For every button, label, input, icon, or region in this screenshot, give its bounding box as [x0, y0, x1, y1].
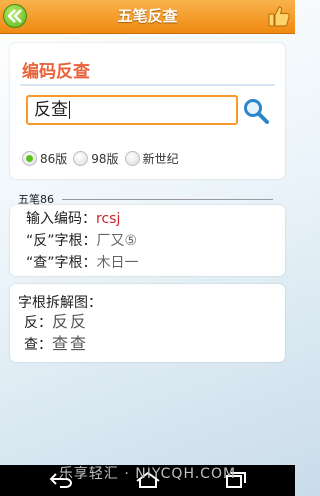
- code-value: rcsj: [96, 211, 121, 227]
- page-title: 五笔反查: [117, 7, 178, 25]
- root-label-fan: “反”字根：: [26, 233, 97, 249]
- radio-98-label: 98版: [91, 151, 119, 166]
- search-card: 编码反查 反查 86版 98版 新世纪: [10, 43, 285, 179]
- text-cursor: [69, 101, 70, 119]
- radio-98-indicator[interactable]: [73, 150, 89, 166]
- search-icon: [244, 99, 269, 124]
- code-label: 输入编码：: [26, 211, 96, 227]
- root-value-cha: 木日一: [96, 255, 139, 271]
- heading-divider: [20, 84, 275, 86]
- search-input[interactable]: 反查: [26, 95, 238, 125]
- code-row: 输入编码：rcsj: [26, 209, 120, 229]
- like-button[interactable]: [265, 2, 293, 30]
- decomp-row-fan: 反：反反: [24, 312, 88, 332]
- root-row-cha: “查”字根：木日一: [26, 253, 139, 273]
- root-row-fan: “反”字根：厂又⑤: [26, 231, 137, 251]
- radio-86-indicator[interactable]: [22, 150, 37, 166]
- decomposition-title: 字根拆解图：: [18, 295, 102, 311]
- radio-86-label: 86版: [40, 151, 68, 166]
- section-divider: [62, 199, 273, 200]
- radio-86[interactable]: 86版: [22, 150, 67, 167]
- watermark-text: 乐享轻汇 · NIYCQH.COM: [58, 466, 237, 482]
- root-label-cha: “查”字根：: [26, 255, 97, 271]
- radio-98[interactable]: 98版: [73, 150, 119, 167]
- version-radio-group: 86版 98版 新世纪: [22, 147, 185, 169]
- radio-xinshiji-indicator[interactable]: [124, 150, 140, 166]
- decomp-glyph-fan: 反反: [52, 312, 89, 331]
- top-bar: 五笔反查: [0, 0, 295, 34]
- decomp-char-fan: 反：: [24, 315, 52, 331]
- search-input-value: 反查: [34, 100, 68, 120]
- decomposition-card: 字根拆解图： 反：反反 查：查查: [10, 284, 285, 362]
- search-heading: 编码反查: [22, 62, 90, 82]
- radio-xinshiji-label: 新世纪: [142, 151, 179, 166]
- decomp-row-cha: 查：查查: [24, 334, 88, 354]
- decomp-char-cha: 查：: [24, 337, 52, 353]
- thumbs-up-icon: [268, 6, 290, 27]
- radio-xinshiji[interactable]: 新世纪: [124, 150, 179, 167]
- decomp-glyph-cha: 查查: [52, 334, 89, 353]
- result-card: 输入编码：rcsj “反”字根：厂又⑤ “查”字根：木日一: [10, 205, 285, 276]
- search-button[interactable]: [242, 97, 270, 125]
- root-value-fan: 厂又⑤: [96, 233, 138, 249]
